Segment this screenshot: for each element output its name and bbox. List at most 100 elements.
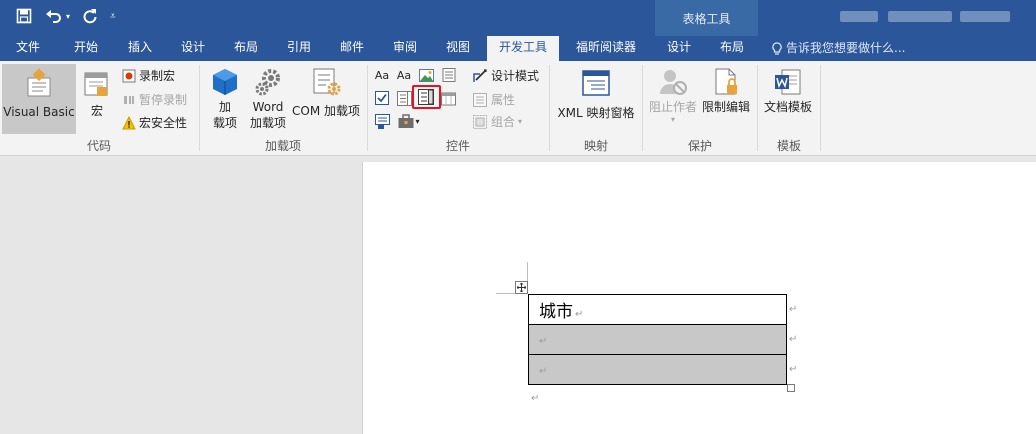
properties-label: 属性 (491, 93, 516, 107)
addins-icon (213, 69, 237, 95)
restrict-editing-button[interactable]: 限制编辑 (700, 67, 752, 137)
quick-access-toolbar: ▾ ⩡ (14, 6, 116, 26)
paragraph-mark-icon: ↵ (575, 309, 584, 320)
visual-basic-button[interactable]: Visual Basic (2, 64, 76, 134)
tab-insert[interactable]: 插入 (116, 36, 164, 61)
picture-control-icon[interactable] (418, 67, 434, 83)
visual-basic-label: Visual Basic (3, 105, 75, 119)
pause-icon (124, 95, 134, 104)
end-of-row-mark-icon: ↵ (789, 334, 798, 345)
context-title: 表格工具 (682, 12, 731, 26)
table-cell[interactable]: ↵ (528, 324, 787, 355)
tell-me-search[interactable]: 告诉我您想要做什么... (772, 36, 905, 61)
record-macro-icon (122, 69, 136, 82)
tab-developer[interactable]: 开发工具 (487, 36, 559, 62)
lightbulb-icon (772, 41, 782, 55)
record-macro-button[interactable]: 录制宏 (122, 67, 175, 84)
xml-mapping-icon (582, 70, 610, 96)
tab-review[interactable]: 审阅 (381, 36, 429, 61)
macros-label: 宏 (90, 104, 103, 118)
paragraph-mark-icon: ↵ (539, 335, 548, 347)
restrict-editing-label: 限制编辑 (701, 100, 750, 114)
customize-qat-icon[interactable]: ⩡ (110, 11, 116, 22)
combo-box-control-icon[interactable] (396, 90, 412, 106)
table-row: ↵ (528, 354, 787, 385)
record-macro-label: 录制宏 (139, 69, 176, 83)
tab-foxit-reader[interactable]: 福昕阅读器 (565, 36, 647, 61)
table-cell[interactable]: ↵ (528, 354, 787, 385)
redo-icon[interactable] (80, 6, 100, 26)
building-block-control-icon[interactable] (440, 67, 456, 83)
com-addins-icon (313, 68, 341, 96)
tab-table-layout[interactable]: 布局 (708, 36, 756, 61)
xml-mapping-label: XML 映射窗格 (557, 106, 635, 120)
date-picker-control-icon[interactable] (440, 90, 456, 106)
dropdown-list-control-icon[interactable] (418, 89, 434, 105)
account-name-blurred (840, 11, 878, 22)
properties-icon (473, 92, 487, 107)
block-authors-button[interactable]: 阻止作者 ▾ (646, 67, 700, 137)
document-table[interactable]: 城市 ↵ ↵ ↵ (528, 294, 787, 385)
save-icon[interactable] (14, 6, 34, 26)
tab-home[interactable]: 开始 (62, 36, 110, 61)
macros-button[interactable]: 宏 (80, 64, 114, 134)
plain-text-control-icon[interactable]: Aa (396, 67, 412, 83)
rich-text-control-icon[interactable]: Aa (374, 67, 390, 83)
document-template-label: 文档模板 (763, 100, 812, 114)
block-authors-label: 阻止作者 (648, 100, 697, 114)
addins-label-line1: 加 (218, 100, 231, 114)
warning-icon (122, 115, 136, 129)
table-row: ↵ (528, 324, 787, 355)
repeating-section-control-icon[interactable] (374, 113, 390, 129)
account-name-blurred (960, 11, 1010, 22)
word-addins-button[interactable]: Word 加载项 (248, 67, 288, 137)
account-name-blurred (888, 11, 952, 22)
visual-basic-icon (27, 68, 51, 97)
macros-icon (84, 72, 108, 96)
undo-dropdown-icon[interactable]: ▾ (66, 12, 70, 21)
paragraph-mark-icon: ↵ (539, 365, 548, 377)
cell-text: 城市 (539, 302, 573, 322)
group-label-code: 代码 (86, 139, 111, 153)
checkbox-control-icon[interactable] (374, 90, 390, 106)
restrict-editing-icon (715, 68, 737, 95)
com-addins-label: COM 加载项 (292, 104, 360, 118)
group-icon (473, 114, 487, 129)
document-template-button[interactable]: 文档模板 (760, 67, 816, 137)
table-move-handle-icon[interactable] (515, 281, 528, 294)
tab-design[interactable]: 设计 (169, 36, 217, 61)
pause-recording-label: 暂停录制 (139, 93, 188, 107)
gears-icon (255, 69, 280, 96)
legacy-tools-icon[interactable]: ▾ (396, 113, 422, 129)
tab-file[interactable]: 文件 (4, 36, 52, 61)
ribbon-developer: Visual Basic 宏 录制宏 暂停录制 宏安全性 代码 加 载项 Wor… (0, 61, 1036, 156)
com-addins-button[interactable]: COM 加载项 (290, 67, 362, 137)
xml-mapping-pane-button[interactable]: XML 映射窗格 (554, 69, 638, 139)
group-label: 组合 (491, 115, 516, 129)
undo-icon[interactable] (44, 6, 64, 26)
group-label-mapping: 映射 (583, 139, 608, 153)
group-label-protect: 保护 (687, 139, 712, 153)
addins-button[interactable]: 加 载项 (206, 67, 244, 137)
group-button[interactable]: 组合 ▾ (472, 113, 522, 130)
tab-view[interactable]: 视图 (434, 36, 482, 61)
tab-mailings[interactable]: 邮件 (328, 36, 376, 61)
word-addins-label-line2: 加载项 (249, 116, 286, 130)
tab-table-design[interactable]: 设计 (655, 36, 703, 61)
design-mode-label: 设计模式 (491, 69, 540, 83)
design-mode-button[interactable]: 设计模式 (472, 67, 539, 84)
table-resize-handle-icon[interactable] (787, 384, 795, 392)
word-template-icon (775, 69, 801, 95)
pause-recording-button[interactable]: 暂停录制 (122, 91, 187, 108)
title-bar (0, 0, 1036, 36)
group-separator (820, 65, 821, 151)
tab-layout[interactable]: 布局 (222, 36, 270, 61)
properties-button[interactable]: 属性 (472, 91, 515, 108)
macro-security-label: 宏安全性 (139, 116, 188, 130)
end-of-row-mark-icon: ↵ (789, 304, 798, 315)
tell-me-text: 告诉我您想要做什么... (786, 41, 906, 55)
macro-security-button[interactable]: 宏安全性 (122, 114, 187, 131)
paragraph-mark-icon: ↵ (531, 393, 540, 404)
table-cell[interactable]: 城市 ↵ (528, 294, 787, 325)
tab-references[interactable]: 引用 (275, 36, 323, 61)
